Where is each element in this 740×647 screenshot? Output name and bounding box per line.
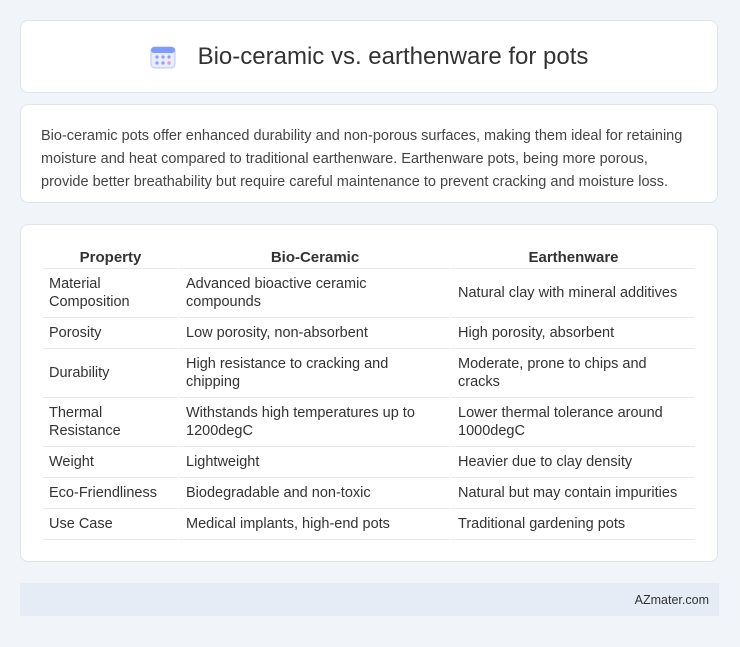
- table-row: Use Case Medical implants, high-end pots…: [43, 509, 695, 540]
- table-row: Durability High resistance to cracking a…: [43, 349, 695, 398]
- table-cell: Lower thermal tolerance around 1000degC: [452, 398, 695, 447]
- table-cell: Use Case: [43, 509, 178, 540]
- column-header: Property: [43, 245, 178, 269]
- table-cell: Porosity: [43, 318, 178, 349]
- table-cell: Eco-Friendliness: [43, 478, 178, 509]
- table-cell: Thermal Resistance: [43, 398, 178, 447]
- comparison-card: Property Bio-Ceramic Earthenware Materia…: [20, 224, 718, 562]
- table-header-row: Property Bio-Ceramic Earthenware: [43, 245, 695, 269]
- table-cell: High porosity, absorbent: [452, 318, 695, 349]
- table-cell: Heavier due to clay density: [452, 447, 695, 478]
- column-header: Earthenware: [452, 245, 695, 269]
- table-cell: Natural but may contain impurities: [452, 478, 695, 509]
- table-cell: Low porosity, non-absorbent: [180, 318, 450, 349]
- table-cell: Moderate, prone to chips and cracks: [452, 349, 695, 398]
- title-card: Bio-ceramic vs. earthenware for pots: [20, 20, 718, 93]
- footer-brand-link[interactable]: AZmater.com: [635, 593, 709, 607]
- calendar-grid-icon: [150, 46, 176, 68]
- footer-bar: AZmater.com: [20, 583, 719, 616]
- table-cell: Natural clay with mineral additives: [452, 269, 695, 318]
- table-row: Material Composition Advanced bioactive …: [43, 269, 695, 318]
- intro-text: Bio-ceramic pots offer enhanced durabili…: [41, 128, 683, 190]
- intro-card: Bio-ceramic pots offer enhanced durabili…: [20, 104, 718, 203]
- table-row: Thermal Resistance Withstands high tempe…: [43, 398, 695, 447]
- table-cell: Material Composition: [43, 269, 178, 318]
- table-cell: Weight: [43, 447, 178, 478]
- table-row: Weight Lightweight Heavier due to clay d…: [43, 447, 695, 478]
- page-title: Bio-ceramic vs. earthenware for pots: [197, 42, 589, 70]
- table-cell: Lightweight: [180, 447, 450, 478]
- table-cell: Withstands high temperatures up to 1200d…: [180, 398, 450, 447]
- table-row: Porosity Low porosity, non-absorbent Hig…: [43, 318, 695, 349]
- comparison-table: Property Bio-Ceramic Earthenware Materia…: [41, 245, 697, 540]
- table-cell: Advanced bioactive ceramic compounds: [180, 269, 450, 318]
- table-cell: Medical implants, high-end pots: [180, 509, 450, 540]
- table-cell: High resistance to cracking and chipping: [180, 349, 450, 398]
- column-header: Bio-Ceramic: [180, 245, 450, 269]
- table-cell: Biodegradable and non-toxic: [180, 478, 450, 509]
- table-row: Eco-Friendliness Biodegradable and non-t…: [43, 478, 695, 509]
- table-cell: Durability: [43, 349, 178, 398]
- table-cell: Traditional gardening pots: [452, 509, 695, 540]
